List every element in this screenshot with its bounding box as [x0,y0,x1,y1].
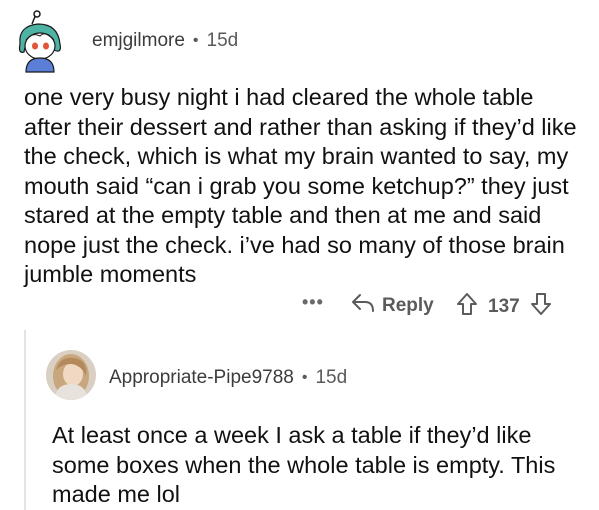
reply-header: Appropriate-Pipe9788 • 15d [109,367,347,389]
more-options-icon[interactable]: ••• [302,292,324,313]
reply-arrow-icon [350,292,376,320]
timestamp: 15d [206,30,239,51]
reply-username[interactable]: Appropriate-Pipe9788 [109,367,294,389]
comment-header: emjgilmore • 15d [92,30,238,52]
thread-line[interactable] [24,330,26,510]
reply-button[interactable]: Reply [350,292,434,320]
score: 137 [488,296,520,317]
reply-body: At least once a week I ask a table if th… [52,422,556,507]
separator-dot: • [301,369,308,386]
reply-avatar[interactable] [46,350,96,400]
comment-actions: ••• Reply 137 [0,290,599,320]
avatar[interactable] [14,10,68,74]
username[interactable]: emjgilmore [92,30,185,52]
comment-thread: emjgilmore • 15d one very busy night i h… [0,0,599,510]
separator-dot: • [192,32,199,49]
reply-label: Reply [382,295,434,316]
upvote-arrow-icon[interactable] [456,292,478,322]
downvote-arrow-icon[interactable] [530,292,552,322]
reply-timestamp: 15d [315,367,348,388]
comment-body: one very busy night i had cleared the wh… [24,84,577,287]
vote-controls: 137 [456,292,552,322]
